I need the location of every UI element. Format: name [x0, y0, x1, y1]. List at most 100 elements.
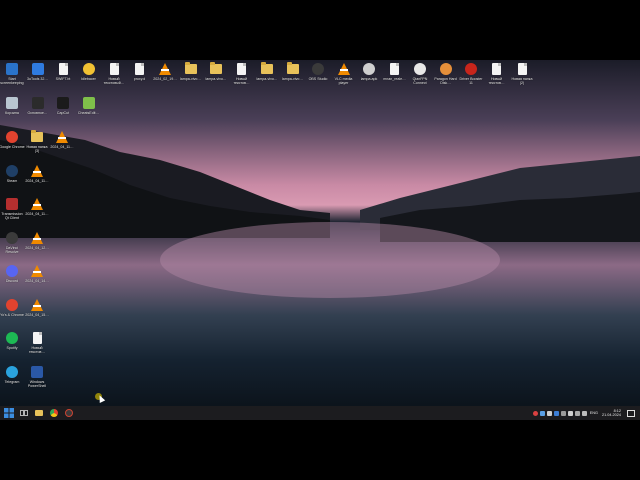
- windows-logo-icon: [4, 408, 14, 418]
- desktop-icon[interactable]: proxy.d: [127, 62, 153, 81]
- text-file-icon: [490, 62, 504, 76]
- desktop-icon-label: Новый текстов…: [488, 77, 505, 85]
- desktop-icon[interactable]: Новая папка (3): [24, 130, 50, 153]
- discord-icon: [5, 264, 19, 278]
- desktop-icon[interactable]: Start screenkeeping: [0, 62, 25, 85]
- vlc-icon: [337, 62, 351, 76]
- desktop-icon-label: Driver Booster 11: [459, 77, 483, 85]
- text-file-icon: [107, 62, 121, 76]
- desktop-icon-label: QianFPN Connect: [412, 77, 428, 85]
- desktop-icon[interactable]: SWIFT.bt: [50, 62, 76, 81]
- desktop-icon[interactable]: Paragon Hard Disk…: [433, 62, 459, 85]
- steam-icon: [5, 164, 19, 178]
- desktop-icon-label: CapCut: [56, 111, 70, 115]
- desktop-icon[interactable]: lampa.apk: [356, 62, 382, 81]
- obs-button[interactable]: [63, 407, 75, 419]
- desktop-icon[interactable]: 2024_04_15…: [24, 298, 50, 317]
- start-button[interactable]: [3, 407, 15, 419]
- desktop-icon[interactable]: Spotify: [0, 331, 25, 350]
- desktop-icon[interactable]: Telegram: [0, 365, 25, 384]
- vlc-icon: [30, 264, 44, 278]
- desktop-icon[interactable]: 2024_04_12…: [24, 231, 50, 250]
- desktop-icon[interactable]: Driver Booster 11: [458, 62, 484, 85]
- computer-icon: [5, 62, 19, 76]
- desktop-icon-label: Корзина: [5, 111, 19, 115]
- desktop-icon[interactable]: Windows PowerShell: [24, 365, 50, 388]
- desktop-icon-label: Idlebacer: [81, 77, 96, 81]
- desktop-icon[interactable]: Новый текстов…: [229, 62, 255, 85]
- desktop-icon[interactable]: CapCut: [50, 96, 76, 115]
- clock[interactable]: 8:12 21.04.2024: [602, 409, 621, 417]
- vlc-icon: [55, 130, 69, 144]
- desktop-icon-label: Transmission Qt Client: [1, 212, 23, 220]
- desktop-icon[interactable]: Transmission Qt Client: [0, 197, 25, 220]
- desktop: Start screenkeeping 3uTools 32… SWIFT.bt Id…: [0, 60, 640, 419]
- usb-icon[interactable]: [574, 410, 580, 416]
- desktop-icon[interactable]: lampa-vivo…: [178, 62, 204, 81]
- desktop-icon[interactable]: 2024_04_11…: [24, 197, 50, 216]
- desktop-icon[interactable]: DaVinci Resolve: [0, 231, 25, 254]
- speaker-icon[interactable]: [567, 410, 573, 416]
- desktop-icon-label: DaVinci Resolve: [5, 245, 19, 254]
- paragon-icon: [439, 62, 453, 76]
- chrome-button[interactable]: [48, 407, 60, 419]
- desktop-icon-label: Yo's & Chrome: [0, 312, 24, 317]
- desktop-icon[interactable]: Steam: [0, 164, 25, 183]
- keyboard-icon[interactable]: [581, 410, 587, 416]
- desktop-icon-label: Новый текстовый…: [103, 77, 125, 85]
- desktop-icon[interactable]: 2024_02_19…: [152, 62, 178, 81]
- desktop-icon[interactable]: 2024_04_11…: [24, 164, 50, 183]
- desktop-icon[interactable]: Новый текстов…: [484, 62, 510, 85]
- vlc-icon: [30, 298, 44, 312]
- driver-booster-icon: [464, 62, 478, 76]
- desktop-icon-label: lampa.apk: [360, 77, 378, 81]
- language-indicator[interactable]: ENG: [590, 411, 598, 415]
- chrome-icon: [5, 130, 19, 144]
- clock-date: 21.04.2024: [601, 413, 621, 417]
- text-file-icon: [56, 62, 70, 76]
- desktop-icon[interactable]: lampa-vivo…: [254, 62, 280, 81]
- desktop-icon[interactable]: Discord: [0, 264, 25, 283]
- desktop-icon[interactable]: Новый текстовый…: [101, 62, 127, 85]
- desktop-icon-label: 2024_04_12…: [25, 245, 49, 250]
- desktop-icon[interactable]: lampa-vivo…: [203, 62, 229, 81]
- desktop-icon-label: mnan_reale…: [383, 77, 406, 81]
- desktop-icon[interactable]: Основное…: [25, 96, 51, 115]
- bluetooth-icon[interactable]: [553, 410, 559, 416]
- emoji-icon: [82, 62, 96, 76]
- desktop-icon-label: Основное…: [27, 111, 48, 115]
- task-view-button[interactable]: [18, 407, 30, 419]
- desktop-icon-label: Discord: [5, 279, 19, 283]
- battery-icon[interactable]: [560, 410, 566, 416]
- desktop-icon[interactable]: lampa-vivo…: [280, 62, 306, 81]
- desktop-icon[interactable]: 2024_04_14…: [24, 264, 50, 283]
- desktop-icon-label: 2024_04_11…: [50, 145, 74, 149]
- desktop-icon-label: 2024_04_14…: [25, 279, 49, 283]
- powershell-icon: [30, 365, 44, 379]
- system-tray: ENG 8:12 21.04.2024: [531, 406, 640, 420]
- text-file-icon: [515, 62, 529, 76]
- volume-icon[interactable]: [546, 410, 552, 416]
- desktop-icon[interactable]: Новая папка (2): [509, 62, 535, 85]
- desktop-icon-label: Новый текстов…: [28, 346, 46, 354]
- desktop-icon[interactable]: Корзина: [0, 96, 25, 115]
- explorer-button[interactable]: [33, 407, 45, 419]
- text-file-icon: [133, 62, 147, 76]
- desktop-icon[interactable]: Idlebacer: [76, 62, 102, 81]
- desktop-icon[interactable]: QianFPN Connect: [407, 62, 433, 85]
- desktop-icon[interactable]: Google Chrome: [0, 130, 25, 149]
- chrome-icon: [50, 409, 58, 417]
- desktop-icon[interactable]: VLC media player: [331, 62, 357, 85]
- desktop-icon[interactable]: Новый текстов…: [24, 331, 50, 354]
- shield-icon[interactable]: [532, 410, 538, 416]
- desktop-icon[interactable]: CheatsEdit…: [76, 96, 102, 115]
- desktop-icon[interactable]: 3uTools 32…: [25, 62, 51, 81]
- desktop-icon[interactable]: mnan_reale…: [382, 62, 408, 81]
- archive-icon: [209, 62, 223, 76]
- network-icon[interactable]: [539, 410, 545, 416]
- notification-icon[interactable]: [627, 409, 635, 417]
- desktop-icon-label: VLC media player: [334, 77, 353, 85]
- desktop-icon[interactable]: 2024_04_11…: [49, 130, 75, 149]
- desktop-icon[interactable]: Yo's & Chrome: [0, 298, 25, 317]
- desktop-icon[interactable]: OBS Studio: [305, 62, 331, 81]
